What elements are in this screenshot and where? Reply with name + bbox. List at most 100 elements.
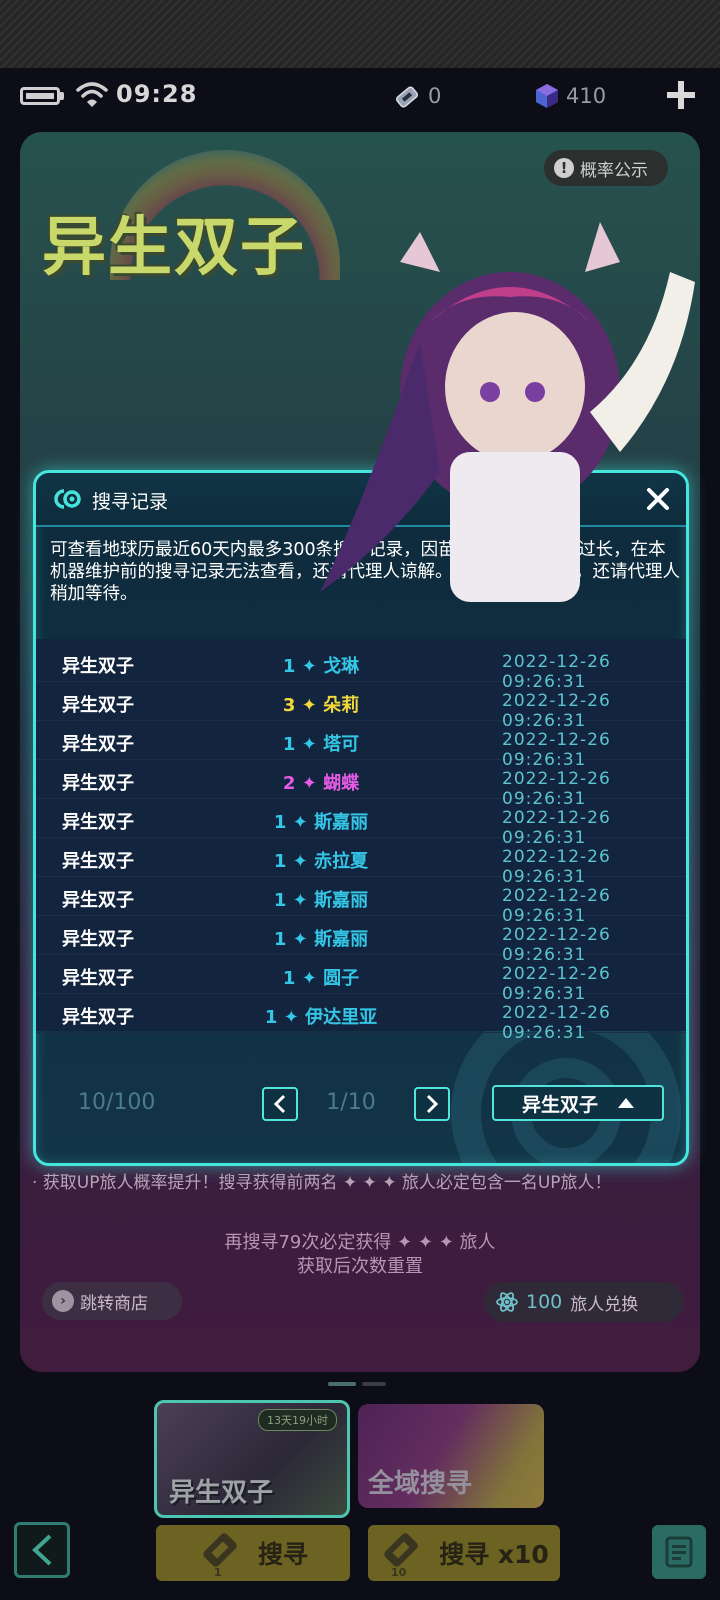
banner-tab-label: 异生双子	[169, 1478, 274, 1508]
atom-icon	[496, 1292, 518, 1312]
star-icon: ✦	[295, 695, 324, 716]
record-pool: 异生双子	[62, 734, 134, 755]
caret-up-icon	[618, 1098, 634, 1108]
record-traveler: 1 ✦ 赤拉夏	[236, 847, 406, 873]
record-row: 异生双子 1 ✦ 赤拉夏 2022-12-26 09:26:31	[36, 838, 686, 887]
search-once-label: 搜寻	[257, 1540, 308, 1569]
next-page-button[interactable]	[414, 1087, 450, 1121]
record-row: 异生双子 2 ✦ 蝴蝶 2022-12-26 09:26:31	[36, 760, 686, 809]
star-icon: ✦	[286, 929, 315, 950]
pool-filter-select[interactable]: 异生双子	[492, 1085, 664, 1121]
star-icon: ✦	[286, 851, 315, 872]
banner-page-indicator	[328, 1382, 388, 1386]
probability-label: 概率公示	[580, 160, 648, 181]
search-ticket-icon: 1	[203, 1533, 237, 1578]
record-traveler: 3 ✦ 朵莉	[236, 691, 406, 717]
record-name: 伊达里亚	[305, 1007, 378, 1028]
record-pool: 异生双子	[62, 968, 134, 989]
search-ticket-icon: 10	[384, 1533, 418, 1578]
record-traveler: 1 ✦ 斯嘉丽	[236, 808, 406, 834]
back-button[interactable]	[14, 1522, 70, 1578]
record-pool: 异生双子	[62, 695, 134, 716]
search-once-button[interactable]: 1 搜寻	[156, 1525, 350, 1581]
record-traveler: 1 ✦ 圆子	[236, 964, 406, 990]
crystal-cube-icon	[536, 84, 558, 108]
records-logo-icon	[54, 489, 81, 509]
banner-tab-label: 全域搜寻	[368, 1469, 473, 1499]
record-rarity: 3	[282, 695, 296, 716]
record-name: 蝴蝶	[323, 773, 360, 794]
record-pool: 异生双子	[62, 929, 134, 950]
document-icon	[665, 1536, 693, 1568]
record-row: 异生双子 3 ✦ 朵莉 2022-12-26 09:26:31	[36, 682, 686, 731]
record-pool: 异生双子	[62, 890, 134, 911]
record-rarity: 1	[282, 734, 296, 755]
exclamation-icon: !	[554, 158, 574, 178]
record-pool: 异生双子	[62, 656, 134, 677]
record-row: 异生双子 1 ✦ 斯嘉丽 2022-12-26 09:26:31	[36, 916, 686, 965]
guarantee-text: 再搜寻79次必定获得 ✦ ✦ ✦ 旅人	[224, 1232, 496, 1253]
arrow-right-icon: ›	[52, 1290, 74, 1312]
add-currency-button[interactable]	[664, 78, 698, 112]
search-ten-button[interactable]: 10 搜寻 x10	[368, 1525, 560, 1581]
record-row: 异生双子 1 ✦ 塔可 2022-12-26 09:26:31	[36, 721, 686, 770]
record-time: 2022-12-26 09:26:31	[502, 1003, 611, 1043]
record-rarity: 1	[273, 929, 287, 950]
record-name: 斯嘉丽	[314, 890, 369, 911]
record-pool: 异生双子	[62, 812, 134, 833]
ticket-count: 10	[391, 1566, 407, 1578]
banner-tab-global[interactable]: 全域搜寻	[358, 1404, 544, 1508]
reset-text: 获取后次数重置	[297, 1256, 423, 1277]
record-traveler: 1 ✦ 塔可	[236, 730, 406, 756]
record-count: 10/100	[78, 1090, 156, 1115]
record-name: 圆子	[323, 968, 360, 989]
clock-time: 09:28	[116, 80, 198, 108]
search-ticket-icon	[395, 86, 419, 108]
record-row: 异生双子 1 ✦ 伊达里亚 2022-12-26 09:26:31	[36, 994, 686, 1043]
record-name: 斯嘉丽	[314, 812, 369, 833]
record-rarity: 1	[273, 890, 287, 911]
record-traveler: 1 ✦ 斯嘉丽	[236, 925, 406, 951]
ticket-count: 1	[214, 1566, 222, 1578]
up-rate-text: · 获取UP旅人概率提升！搜寻获得前两名 ✦ ✦ ✦ 旅人必定包含一名UP旅人！	[32, 1173, 612, 1193]
banner-tab-twins[interactable]: 13天19小时 异生双子	[154, 1400, 350, 1518]
record-row: 异生双子 1 ✦ 斯嘉丽 2022-12-26 09:26:31	[36, 877, 686, 926]
star-icon: ✦	[286, 890, 315, 911]
record-traveler: 1 ✦ 戈琳	[236, 652, 406, 678]
chevron-right-icon	[426, 1094, 439, 1114]
record-rarity: 1	[264, 1007, 278, 1028]
go-to-shop-button[interactable]: › 跳转商店	[42, 1282, 182, 1320]
wifi-icon	[76, 82, 108, 107]
star-icon: ✦	[295, 656, 324, 677]
shop-label: 跳转商店	[80, 1293, 148, 1314]
dialog-title: 搜寻记录	[92, 491, 169, 513]
probability-button[interactable]: ! 概率公示	[544, 150, 668, 186]
pool-filter-value: 异生双子	[521, 1093, 598, 1116]
chevron-left-icon	[273, 1094, 286, 1114]
record-rarity: 1	[273, 851, 287, 872]
battery-icon	[20, 87, 60, 105]
star-icon: ✦	[286, 812, 315, 833]
record-row: 异生双子 1 ✦ 圆子 2022-12-26 09:26:31	[36, 955, 686, 1004]
top-strip	[0, 0, 720, 68]
character-illustration	[320, 222, 695, 602]
record-rarity: 2	[282, 773, 296, 794]
record-row: 异生双子 1 ✦ 斯嘉丽 2022-12-26 09:26:31	[36, 799, 686, 848]
banner-timer: 13天19小时	[258, 1409, 337, 1431]
record-pool: 异生双子	[62, 1007, 134, 1028]
chevron-left-icon	[32, 1534, 52, 1566]
prev-page-button[interactable]	[262, 1087, 298, 1121]
record-traveler: 1 ✦ 斯嘉丽	[236, 886, 406, 912]
star-icon: ✦	[277, 1007, 306, 1028]
record-name: 戈琳	[323, 656, 360, 677]
record-pool: 异生双子	[62, 851, 134, 872]
ticket-count: 0	[428, 84, 442, 108]
record-traveler: 2 ✦ 蝴蝶	[236, 769, 406, 795]
search-ten-label: 搜寻 x10	[439, 1540, 549, 1569]
record-rarity: 1	[282, 968, 296, 989]
search-history-button[interactable]	[652, 1525, 706, 1579]
star-icon: ✦	[295, 968, 324, 989]
page-number: 1/10	[326, 1090, 376, 1115]
traveler-exchange-button[interactable]: 100 旅人兑换	[484, 1282, 684, 1322]
record-name: 斯嘉丽	[314, 929, 369, 950]
